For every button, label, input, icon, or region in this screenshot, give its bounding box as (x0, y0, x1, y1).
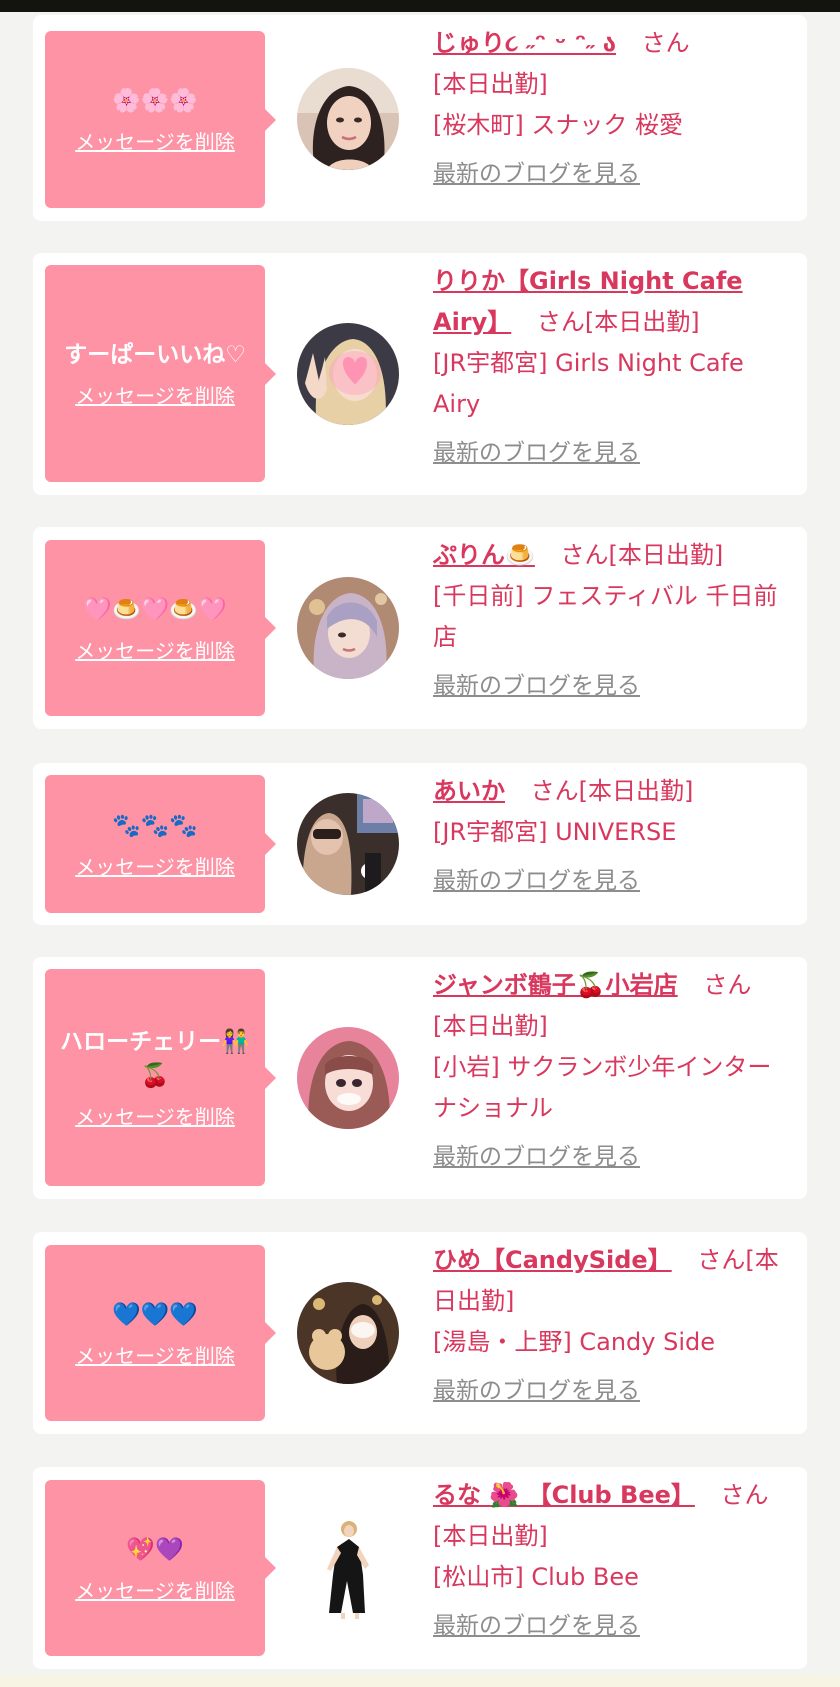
honorific: さん (536, 308, 585, 336)
latest-blog-link[interactable]: 最新のブログを見る (433, 1371, 640, 1412)
area-shop: [千日前] フェスティバル 千日前店 (433, 582, 778, 651)
attendance-status: [本日出勤] (433, 70, 548, 98)
message-text: 🩷🍮🩷🍮🩷 (83, 596, 227, 623)
avatar[interactable] (297, 577, 399, 679)
message-text: ハローチェリー👫🍒 (60, 1029, 250, 1089)
attendance-status: [本日出勤] (433, 1012, 548, 1040)
cast-name-link[interactable]: あいか (433, 777, 505, 805)
favorite-card: すーぱーいいね♡ メッセージを削除 りりか【Girls Night Cafe A… (33, 253, 807, 495)
latest-blog-link[interactable]: 最新のブログを見る (433, 433, 640, 474)
latest-blog-link[interactable]: 最新のブログを見る (433, 1606, 640, 1647)
favorite-card: 🩷🍮🩷🍮🩷 メッセージを削除 ぷりん🍮 さん[本日出勤] [千日前] フェスティ… (33, 527, 807, 729)
bottom-edge (0, 1675, 840, 1687)
cast-name-link[interactable]: るな 🌺 【Club Bee】 (433, 1481, 695, 1509)
latest-blog-link[interactable]: 最新のブログを見る (433, 1137, 640, 1178)
message-bubble: すーぱーいいね♡ メッセージを削除 (45, 265, 276, 482)
area-shop: [JR宇都宮] Girls Night Cafe Airy (433, 349, 744, 418)
message-bubble: ハローチェリー👫🍒 メッセージを削除 (45, 969, 276, 1186)
cast-info: りりか【Girls Night Cafe Airy】 さん[本日出勤] [JR宇… (433, 261, 793, 474)
delete-message-link[interactable]: メッセージを削除 (75, 851, 235, 880)
cast-info: ぷりん🍮 さん[本日出勤] [千日前] フェスティバル 千日前店 最新のブログを… (433, 535, 793, 707)
cast-name-link[interactable]: ぷりん🍮 (433, 541, 535, 569)
cast-name-link[interactable]: ジャンボ鶴子🍒小岩店 (433, 971, 678, 999)
favorite-card: ハローチェリー👫🍒 メッセージを削除 ジャンボ鶴子🍒小岩店 さん [本日出勤] … (33, 957, 807, 1199)
message-bubble: 💖💜 メッセージを削除 (45, 1480, 276, 1656)
attendance-status: [本日出勤] (433, 1522, 548, 1550)
cast-info: ジャンボ鶴子🍒小岩店 さん [本日出勤] [小岩] サクランボ少年インターナショ… (433, 965, 793, 1178)
delete-message-link[interactable]: メッセージを削除 (75, 1575, 235, 1604)
message-text: 🐾🐾🐾 (112, 812, 198, 839)
honorific: さん (720, 1481, 769, 1509)
message-bubble: 💙💙💙 メッセージを削除 (45, 1245, 276, 1421)
message-bubble: 🌸🌸🌸 メッセージを削除 (45, 31, 276, 208)
avatar[interactable] (297, 1027, 399, 1129)
favorite-card: 💖💜 メッセージを削除 るな 🌺 【Club Bee】 さん [本日出勤] [松… (33, 1467, 807, 1669)
message-text: 🌸🌸🌸 (112, 88, 198, 114)
area-shop: [桜木町] スナック 桜愛 (433, 111, 683, 139)
avatar[interactable] (297, 793, 399, 895)
delete-message-link[interactable]: メッセージを削除 (75, 126, 235, 155)
latest-blog-link[interactable]: 最新のブログを見る (433, 861, 640, 902)
message-bubble: 🩷🍮🩷🍮🩷 メッセージを削除 (45, 540, 276, 716)
avatar[interactable] (297, 323, 399, 425)
area-shop: [松山市] Club Bee (433, 1563, 639, 1591)
delete-message-link[interactable]: メッセージを削除 (75, 1340, 235, 1369)
delete-message-link[interactable]: メッセージを削除 (75, 380, 235, 409)
delete-message-link[interactable]: メッセージを削除 (75, 1101, 235, 1130)
honorific: さん (560, 541, 609, 569)
avatar[interactable] (297, 1282, 399, 1384)
favorite-card: 💙💙💙 メッセージを削除 ひめ【CandySide】 さん[本日出勤] [湯島・… (33, 1232, 807, 1434)
cast-name-link[interactable]: ひめ【CandySide】 (433, 1246, 672, 1274)
message-text: すーぱーいいね♡ (64, 342, 246, 368)
cast-info: じゅり૮ ˶ᵔ ᵕ ᵔ˶ ა さん [本日出勤] [桜木町] スナック 桜愛 最… (433, 23, 793, 195)
latest-blog-link[interactable]: 最新のブログを見る (433, 154, 640, 195)
message-text: 💖💜 (126, 1536, 184, 1563)
attendance-status: [本日出勤] (608, 541, 724, 569)
area-shop: [JR宇都宮] UNIVERSE (433, 818, 677, 846)
message-bubble: 🐾🐾🐾 メッセージを削除 (45, 775, 276, 913)
honorific: さん (530, 777, 579, 805)
honorific: さん (697, 1246, 746, 1274)
cast-info: あいか さん[本日出勤] [JR宇都宮] UNIVERSE 最新のブログを見る (433, 771, 793, 902)
area-shop: [湯島・上野] Candy Side (433, 1328, 715, 1356)
favorite-card: 🐾🐾🐾 メッセージを削除 あいか さん[本日出勤] [JR宇都宮] UNIVER… (33, 763, 807, 925)
honorific: さん (703, 971, 752, 999)
area-shop: [小岩] サクランボ少年インターナショナル (433, 1053, 772, 1122)
cast-info: ひめ【CandySide】 さん[本日出勤] [湯島・上野] Candy Sid… (433, 1240, 793, 1412)
status-bar (0, 0, 840, 12)
avatar[interactable] (297, 1517, 399, 1619)
avatar[interactable] (297, 68, 399, 170)
latest-blog-link[interactable]: 最新のブログを見る (433, 666, 640, 707)
attendance-status: [本日出勤] (584, 308, 700, 336)
message-text: 💙💙💙 (112, 1301, 198, 1328)
honorific: さん (641, 29, 690, 57)
delete-message-link[interactable]: メッセージを削除 (75, 635, 235, 664)
attendance-status: [本日出勤] (578, 777, 694, 805)
cast-info: るな 🌺 【Club Bee】 さん [本日出勤] [松山市] Club Bee… (433, 1475, 793, 1647)
cast-name-link[interactable]: じゅり૮ ˶ᵔ ᵕ ᵔ˶ ა (433, 29, 616, 57)
favorite-card: 🌸🌸🌸 メッセージを削除 じゅり૮ ˶ᵔ ᵕ ᵔ˶ ა さん [本日出勤] [桜… (33, 15, 807, 221)
